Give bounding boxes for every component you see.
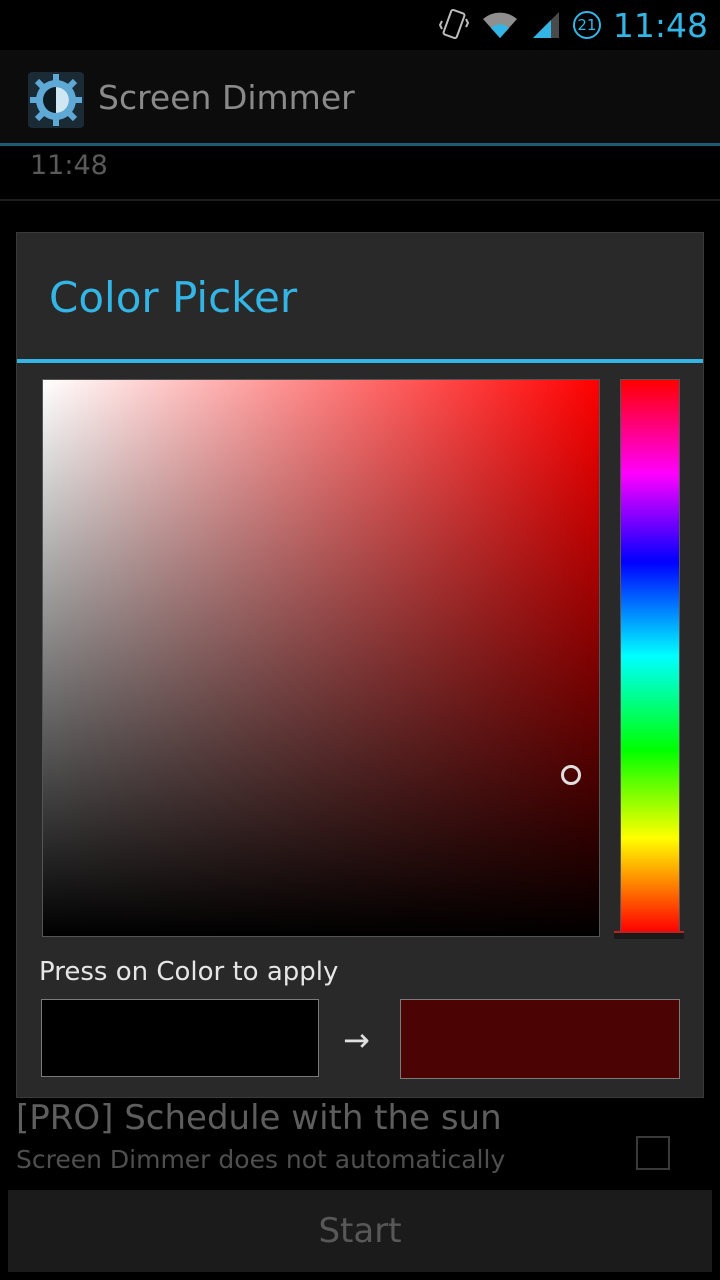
start-button[interactable]: Start xyxy=(8,1190,712,1272)
vibrate-icon xyxy=(438,8,469,40)
status-clock: 11:48 xyxy=(612,5,708,45)
hue-slider[interactable] xyxy=(620,379,680,933)
saturation-value-picker[interactable] xyxy=(42,379,600,937)
pro-sun-description: Screen Dimmer does not automatically xyxy=(16,1145,506,1174)
pro-sun-checkbox[interactable] xyxy=(636,1136,670,1170)
app-title: Screen Dimmer xyxy=(98,78,355,117)
pro-sun-title[interactable]: [PRO] Schedule with the sun xyxy=(16,1098,502,1138)
action-bar-divider xyxy=(0,143,720,146)
action-bar: Screen Dimmer xyxy=(0,50,720,143)
status-bar: 21 11:48 xyxy=(0,0,720,50)
signal-icon xyxy=(532,12,559,38)
color-picker-dialog: Color Picker Press on Color to apply → xyxy=(16,232,704,1098)
time-setting-value[interactable]: 11:48 xyxy=(30,150,108,181)
color-selector-cursor[interactable] xyxy=(561,764,582,785)
hue-slider-handle[interactable] xyxy=(614,931,684,939)
status-icons: 21 11:48 xyxy=(438,0,708,50)
notification-badge: 21 xyxy=(572,11,601,39)
sun-gear-icon[interactable] xyxy=(28,72,84,128)
dialog-title-divider xyxy=(17,359,703,363)
old-color-swatch[interactable] xyxy=(41,999,319,1077)
dialog-title: Color Picker xyxy=(49,273,298,322)
wifi-icon xyxy=(482,12,517,38)
new-color-swatch[interactable] xyxy=(400,999,680,1079)
arrow-icon: → xyxy=(343,1021,370,1059)
apply-hint-label: Press on Color to apply xyxy=(39,957,339,987)
list-divider xyxy=(0,199,720,201)
